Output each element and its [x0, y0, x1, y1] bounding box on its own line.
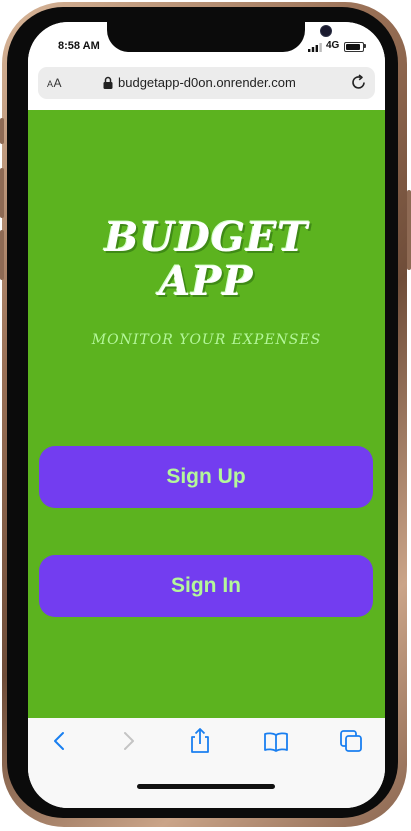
signal-strength-icon: [308, 43, 322, 52]
tabs-icon[interactable]: [336, 726, 366, 756]
forward-icon[interactable]: [113, 726, 143, 756]
sign-in-button[interactable]: Sign In: [39, 555, 373, 617]
app-title-line1: BUDGET: [104, 214, 309, 261]
bookmarks-icon[interactable]: [261, 726, 291, 756]
back-icon[interactable]: [45, 726, 75, 756]
volume-down-button: [0, 230, 4, 280]
text-size-large: A: [53, 76, 63, 90]
share-icon[interactable]: [185, 726, 215, 756]
silent-switch: [0, 118, 4, 144]
status-bar: 8:58 AM 4G: [28, 22, 385, 68]
notch: [107, 22, 332, 52]
url-bar[interactable]: AA budgetapp-d0on.onrender.com: [38, 67, 375, 99]
url-text[interactable]: budgetapp-d0on.onrender.com: [118, 75, 296, 90]
front-camera-icon: [320, 25, 332, 37]
phone-screen: 8:58 AM 4G AA budgetapp-d0on.onrender.co…: [28, 22, 385, 808]
power-button: [407, 190, 411, 270]
battery-level: [346, 44, 360, 50]
sign-up-button[interactable]: Sign Up: [39, 446, 373, 508]
battery-icon: [344, 42, 364, 52]
network-type: 4G: [326, 40, 340, 51]
battery-cap: [364, 44, 366, 48]
status-time: 8:58 AM: [58, 40, 100, 52]
home-indicator[interactable]: [137, 784, 275, 789]
lock-icon: [103, 76, 113, 89]
app-title-line2: APP: [159, 258, 254, 305]
browser-toolbar: [28, 718, 385, 808]
app-page: BUDGET APP MONITOR YOUR EXPENSES Sign Up…: [28, 110, 385, 718]
volume-up-button: [0, 168, 4, 218]
app-tagline: MONITOR YOUR EXPENSES: [91, 332, 322, 348]
text-size-button[interactable]: AA: [47, 76, 62, 90]
reload-icon[interactable]: [350, 74, 367, 91]
